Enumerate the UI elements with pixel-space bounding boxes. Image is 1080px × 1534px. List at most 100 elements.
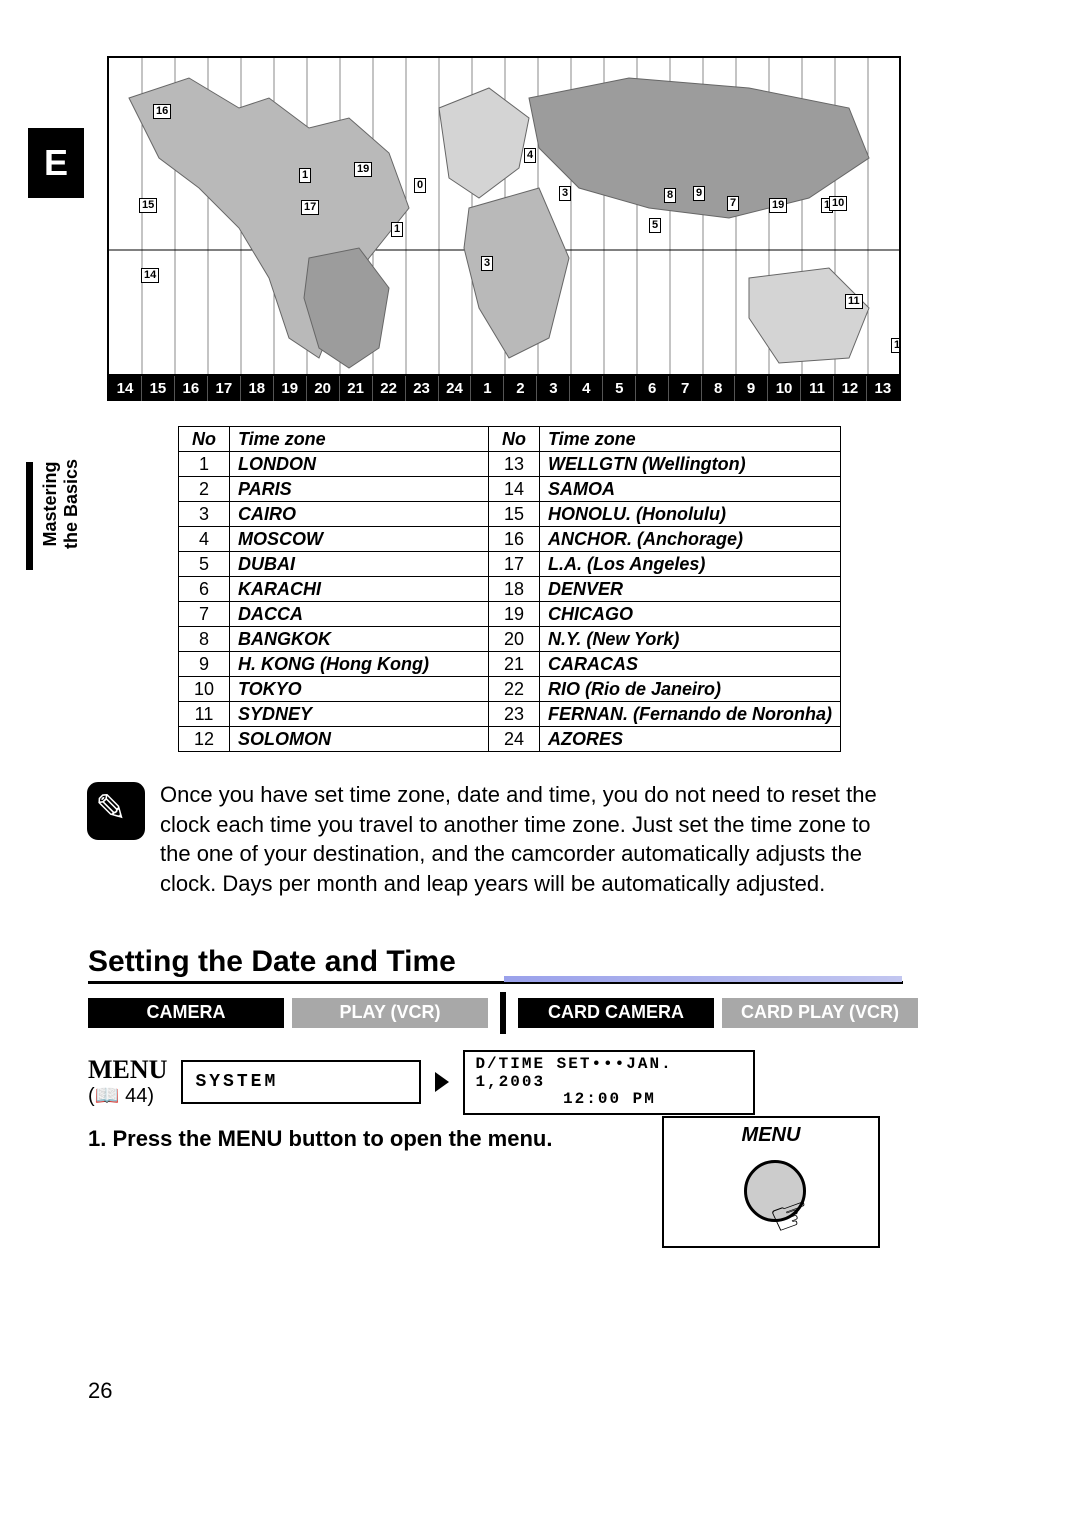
tz-strip-cell: 14	[109, 376, 142, 401]
side-tab-bar	[26, 462, 33, 570]
tz-row-name: FERNAN. (Fernando de Noronha)	[540, 702, 841, 727]
tz-row-no: 22	[489, 677, 540, 702]
tz-row-no: 3	[179, 502, 230, 527]
arrow-right-icon	[435, 1072, 449, 1092]
menu-button-illustration: MENU ☞	[662, 1116, 880, 1248]
tz-row-no: 8	[179, 627, 230, 652]
map-tz-marker: 16	[153, 104, 171, 119]
tz-strip-cell: 2	[504, 376, 537, 401]
illus-menu-label: MENU	[664, 1124, 878, 1147]
tz-strip-cell: 11	[801, 376, 834, 401]
tz-strip-cell: 21	[340, 376, 373, 401]
tz-row-no: 2	[179, 477, 230, 502]
tz-strip-cell: 1	[471, 376, 504, 401]
language-tab: E	[28, 128, 84, 198]
map-tz-marker: 4	[524, 148, 536, 163]
tz-strip-cell: 4	[570, 376, 603, 401]
tz-strip-cell: 5	[603, 376, 636, 401]
tz-row-no: 13	[489, 452, 540, 477]
tz-strip-cell: 7	[669, 376, 702, 401]
tz-strip-cell: 24	[439, 376, 472, 401]
tz-strip-cell: 13	[867, 376, 899, 401]
tz-row-name: AZORES	[540, 727, 841, 752]
tz-row-name: SYDNEY	[230, 702, 489, 727]
tz-row-no: 9	[179, 652, 230, 677]
map-tz-marker: 3	[481, 256, 493, 271]
tz-row-name: KARACHI	[230, 577, 489, 602]
map-tz-marker: 14	[141, 268, 159, 283]
note-paragraph: Once you have set time zone, date and ti…	[160, 780, 900, 899]
tz-row-no: 14	[489, 477, 540, 502]
tz-strip-cell: 10	[768, 376, 801, 401]
tz-row-name: WELLGTN (Wellington)	[540, 452, 841, 477]
tz-row-no: 19	[489, 602, 540, 627]
world-timezone-map: 16119043178975119101514311113 1415161718…	[107, 56, 901, 401]
map-tz-marker: 13	[891, 338, 899, 353]
step-1-text: 1. Press the MENU button to open the men…	[88, 1126, 552, 1152]
tz-row-no: 1	[179, 452, 230, 477]
tz-row-name: DACCA	[230, 602, 489, 627]
timezone-number-strip: 141516171819202122232412345678910111213	[109, 376, 899, 401]
note-icon	[87, 782, 145, 840]
mode-card-play-vcr: CARD PLAY (VCR)	[722, 998, 918, 1028]
tz-row-no: 5	[179, 552, 230, 577]
map-tz-marker: 17	[301, 200, 319, 215]
tz-strip-cell: 23	[406, 376, 439, 401]
map-tz-marker: 10	[829, 196, 847, 211]
book-icon: 📖	[95, 1085, 120, 1107]
tz-strip-cell: 8	[702, 376, 735, 401]
map-tz-marker: 11	[845, 294, 863, 309]
tz-row-no: 11	[179, 702, 230, 727]
tz-strip-cell: 9	[735, 376, 768, 401]
tz-row-name: LONDON	[230, 452, 489, 477]
tz-strip-cell: 6	[636, 376, 669, 401]
tz-row-name: BANGKOK	[230, 627, 489, 652]
tz-strip-cell: 19	[274, 376, 307, 401]
tz-row-no: 23	[489, 702, 540, 727]
tz-strip-cell: 22	[373, 376, 406, 401]
tz-row-name: CHICAGO	[540, 602, 841, 627]
tz-strip-cell: 18	[241, 376, 274, 401]
map-tz-marker: 1	[391, 222, 403, 237]
tz-row-no: 7	[179, 602, 230, 627]
tz-strip-cell: 17	[208, 376, 241, 401]
tz-row-name: TOKYO	[230, 677, 489, 702]
tz-row-name: N.Y. (New York)	[540, 627, 841, 652]
tz-row-no: 20	[489, 627, 540, 652]
map-tz-marker: 3	[559, 186, 571, 201]
tz-row-name: L.A. (Los Angeles)	[540, 552, 841, 577]
tz-row-name: DUBAI	[230, 552, 489, 577]
tz-row-no: 12	[179, 727, 230, 752]
tz-row-name: DENVER	[540, 577, 841, 602]
tz-row-name: RIO (Rio de Janeiro)	[540, 677, 841, 702]
tz-row-no: 6	[179, 577, 230, 602]
mode-camera: CAMERA	[88, 998, 284, 1028]
tz-strip-cell: 20	[307, 376, 340, 401]
menu-box-system: SYSTEM	[181, 1060, 421, 1104]
tz-header-no: No	[179, 427, 230, 452]
tz-row-name: SOLOMON	[230, 727, 489, 752]
tz-row-name: SAMOA	[540, 477, 841, 502]
tz-row-name: MOSCOW	[230, 527, 489, 552]
tz-header-name: Time zone	[230, 427, 489, 452]
map-tz-marker: 9	[693, 186, 705, 201]
map-tz-marker: 8	[664, 188, 676, 203]
map-tz-marker: 5	[649, 218, 661, 233]
mode-row: CAMERA PLAY (VCR) CARD CAMERA CARD PLAY …	[88, 998, 918, 1028]
menu-label: MENU	[88, 1057, 167, 1083]
map-tz-marker: 19	[354, 162, 372, 177]
mode-play-vcr: PLAY (VCR)	[292, 998, 488, 1028]
tz-row-name: H. KONG (Hong Kong)	[230, 652, 489, 677]
map-tz-marker: 0	[414, 178, 426, 193]
map-tz-marker: 1	[299, 168, 311, 183]
tz-strip-cell: 12	[834, 376, 867, 401]
tz-header-no: No	[489, 427, 540, 452]
tz-header-name: Time zone	[540, 427, 841, 452]
tz-row-no: 17	[489, 552, 540, 577]
side-tab-label: Mastering the Basics	[40, 434, 82, 574]
menu-page-ref: (📖 44)	[88, 1083, 167, 1108]
tz-row-no: 4	[179, 527, 230, 552]
map-tz-marker: 15	[139, 198, 157, 213]
tz-row-no: 24	[489, 727, 540, 752]
tz-row-name: HONOLU. (Honolulu)	[540, 502, 841, 527]
